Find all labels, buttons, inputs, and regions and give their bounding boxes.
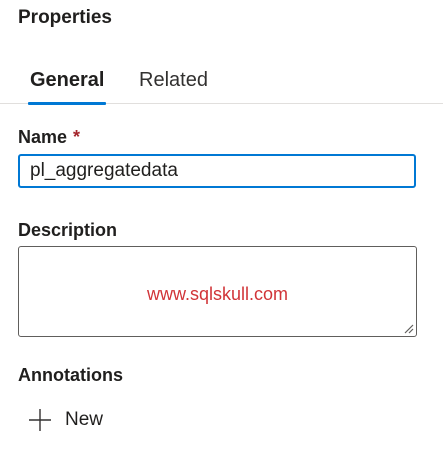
- resize-grip-icon[interactable]: [402, 322, 414, 334]
- tab-general[interactable]: General: [28, 66, 107, 105]
- name-input[interactable]: [18, 154, 416, 188]
- tab-related-label: Related: [139, 69, 208, 91]
- plus-icon: [29, 409, 51, 431]
- tab-bar: General Related: [0, 62, 443, 105]
- name-label-text: Name: [18, 127, 68, 147]
- properties-panel: Properties General Related Name* Descrip…: [0, 0, 443, 475]
- new-button-label: New: [65, 409, 104, 430]
- description-textarea[interactable]: www.sqlskull.com: [18, 246, 417, 337]
- name-field-label: Name *: [18, 125, 80, 149]
- add-annotation-button[interactable]: New: [28, 404, 103, 436]
- annotations-label: Annotations: [18, 365, 123, 385]
- required-marker: *: [73, 127, 81, 147]
- tab-general-label: General: [30, 69, 105, 91]
- watermark-text: www.sqlskull.com: [146, 284, 289, 304]
- panel-title: Properties: [18, 7, 112, 28]
- tab-related[interactable]: Related: [139, 66, 208, 94]
- description-field-label: Description: [18, 220, 118, 240]
- tab-selected-indicator: [28, 102, 107, 105]
